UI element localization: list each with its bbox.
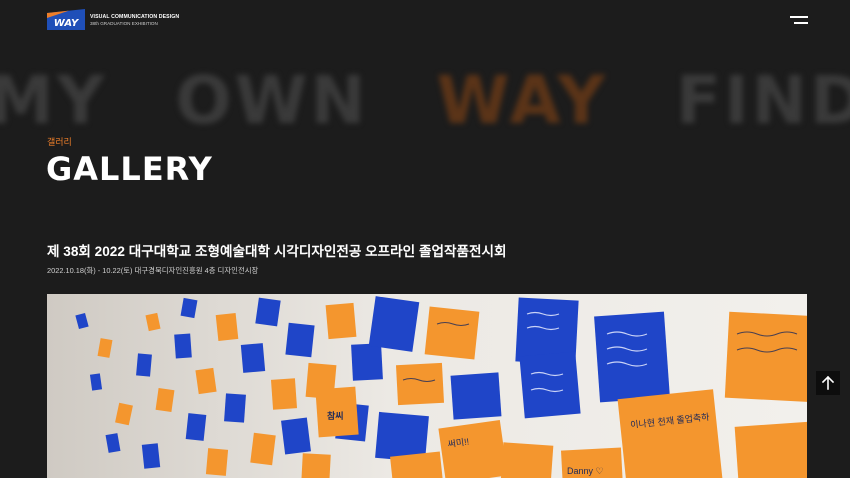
- marquee-word: OWN: [175, 62, 369, 138]
- note-text: 참씨: [327, 410, 344, 421]
- page-title: GALLERY: [46, 150, 213, 188]
- post-title: 제 38회 2022 대구대학교 조형예술대학 시각디자인전공 오프라인 졸업작…: [47, 244, 507, 259]
- arrow-up-icon: [821, 375, 835, 390]
- marquee-word: FIND: [675, 62, 850, 138]
- marquee-banner: MY OWN WAY FIND: [0, 58, 850, 138]
- note-text: Danny ♡: [567, 466, 604, 476]
- post-meta: 2022.10.18(화) - 10.22(토) 대구경북디자인진흥원 4층 디…: [47, 266, 259, 275]
- hamburger-menu-icon[interactable]: [788, 15, 808, 27]
- section-eyebrow: 갤러리: [47, 137, 72, 147]
- scroll-top-button[interactable]: [816, 371, 840, 395]
- way-logo[interactable]: WAY: [47, 9, 85, 30]
- logo-text: WAY: [54, 18, 80, 29]
- brand-text: VISUAL COMMUNICATION DESIGN 38th GRADUAT…: [90, 14, 180, 27]
- marquee-word-accent: WAY: [436, 62, 608, 138]
- brand-subtitle: 38th GRADUATION EXHIBITION: [90, 21, 158, 27]
- brand-title: VISUAL COMMUNICATION DESIGN: [90, 14, 180, 20]
- site-header: WAY VISUAL COMMUNICATION DESIGN 38th GRA…: [0, 0, 850, 40]
- marquee-word: MY: [0, 62, 108, 138]
- gallery-hero-image: 참씨 써미!! Danny ♡ 이나현 천재 졸업축하: [47, 294, 807, 478]
